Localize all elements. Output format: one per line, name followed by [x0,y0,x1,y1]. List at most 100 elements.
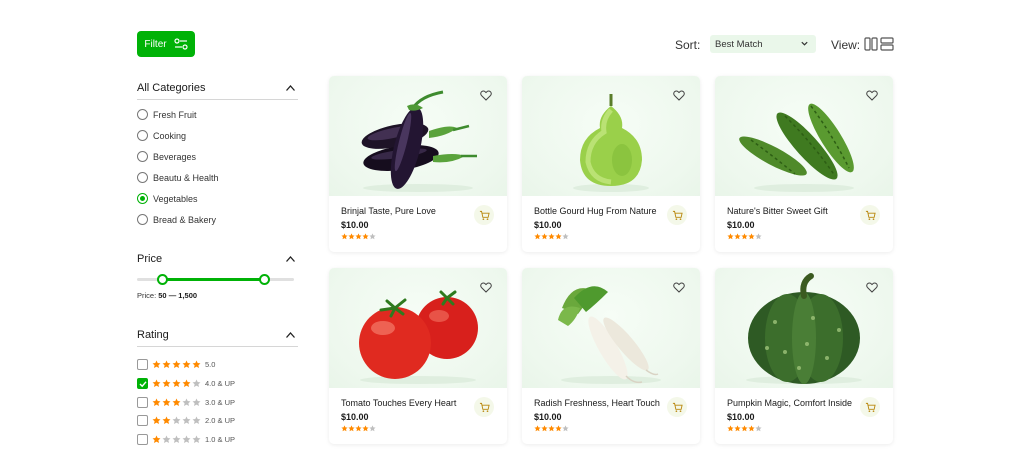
add-to-cart-button[interactable] [474,397,494,417]
radio-button[interactable] [137,172,148,183]
filter-button[interactable]: Filter [137,31,195,57]
product-name[interactable]: Nature's Bitter Sweet Gift [727,206,828,216]
heart-icon[interactable] [866,90,878,101]
star-filled-icon [534,425,541,432]
star-empty-icon [172,435,181,444]
product-rating [534,233,569,240]
cart-icon [865,402,876,412]
product-card[interactable]: Tomato Touches Every Heart $10.00 [329,268,507,444]
star-filled-icon [734,233,741,240]
cart-icon [672,402,683,412]
cart-icon [479,210,490,220]
star-empty-icon [192,435,201,444]
product-name[interactable]: Radish Freshness, Heart Touch [534,398,660,408]
star-empty-icon [562,233,569,240]
heart-icon[interactable] [480,282,492,293]
category-option[interactable]: Cooking [137,130,186,141]
radio-button[interactable] [137,214,148,225]
rating-option[interactable]: 3.0 & UP [137,397,235,408]
add-to-cart-button[interactable] [667,397,687,417]
checkbox[interactable] [137,359,148,370]
product-card[interactable]: Bottle Gourd Hug From Nature $10.00 [522,76,700,252]
category-option[interactable]: Vegetables [137,193,198,204]
radio-button[interactable] [137,193,148,204]
cart-icon [672,210,683,220]
star-empty-icon [172,416,181,425]
star-filled-icon [362,233,369,240]
radio-button[interactable] [137,151,148,162]
product-card[interactable]: Brinjal Taste, Pure Love $10.00 [329,76,507,252]
filter-button-label: Filter [144,38,167,50]
radio-button[interactable] [137,109,148,120]
checkbox[interactable] [137,415,148,426]
star-filled-icon [348,425,355,432]
star-empty-icon [182,416,191,425]
price-slider[interactable] [137,274,294,285]
product-rating [341,233,376,240]
product-name[interactable]: Pumpkin Magic, Comfort Inside [727,398,852,408]
star-filled-icon [192,360,201,369]
chevron-up-icon[interactable] [285,84,296,92]
category-option[interactable]: Beverages [137,151,196,162]
star-empty-icon [755,425,762,432]
star-filled-icon [162,398,171,407]
heart-icon[interactable] [673,90,685,101]
category-label: Fresh Fruit [153,109,197,120]
star-filled-icon [355,233,362,240]
rating-option[interactable]: 2.0 & UP [137,415,235,426]
product-card[interactable]: Pumpkin Magic, Comfort Inside $10.00 [715,268,893,444]
add-to-cart-button[interactable] [860,205,880,225]
rating-option[interactable]: 5.0 [137,359,215,370]
star-filled-icon [182,360,191,369]
category-option[interactable]: Fresh Fruit [137,109,197,120]
add-to-cart-button[interactable] [474,205,494,225]
product-name[interactable]: Tomato Touches Every Heart [341,398,456,408]
star-filled-icon [748,233,755,240]
chevron-up-icon[interactable] [285,331,296,339]
price-slider-fill [162,278,265,281]
category-option[interactable]: Bread & Bakery [137,214,216,225]
product-name[interactable]: Bottle Gourd Hug From Nature [534,206,657,216]
checkbox[interactable] [137,397,148,408]
categories-divider [137,99,298,100]
category-option[interactable]: Beautu & Health [137,172,219,183]
chevron-down-icon [801,41,808,46]
grid-view-icon[interactable] [864,37,878,51]
star-filled-icon [541,233,548,240]
star-filled-icon [152,379,161,388]
heart-icon[interactable] [480,90,492,101]
heart-icon[interactable] [866,282,878,293]
star-empty-icon [192,416,201,425]
price-slider-max-handle[interactable] [259,274,271,285]
checkbox[interactable] [137,378,148,389]
rating-title: Rating [137,329,169,341]
add-to-cart-button[interactable] [667,205,687,225]
sliders-icon [174,38,188,50]
chevron-up-icon[interactable] [285,255,296,263]
star-filled-icon [362,425,369,432]
heart-icon[interactable] [673,282,685,293]
rating-option[interactable]: 4.0 & UP [137,378,235,389]
product-card[interactable]: Radish Freshness, Heart Touch $10.00 [522,268,700,444]
list-view-icon[interactable] [880,37,894,51]
product-price: $10.00 [534,220,562,230]
star-filled-icon [727,233,734,240]
rating-divider [137,346,298,347]
checkbox[interactable] [137,434,148,445]
star-filled-icon [734,425,741,432]
sort-select[interactable]: Best Match [710,35,816,53]
product-card[interactable]: Nature's Bitter Sweet Gift $10.00 [715,76,893,252]
star-filled-icon [341,233,348,240]
rating-option[interactable]: 1.0 & UP [137,434,235,445]
star-filled-icon [727,425,734,432]
star-filled-icon [152,360,161,369]
rating-stars [152,379,201,388]
add-to-cart-button[interactable] [860,397,880,417]
price-slider-min-handle[interactable] [157,274,169,285]
radio-button[interactable] [137,130,148,141]
rating-label: 4.0 & UP [205,379,236,388]
star-filled-icon [172,379,181,388]
categories-title: All Categories [137,82,206,94]
category-label: Vegetables [153,193,198,204]
product-name[interactable]: Brinjal Taste, Pure Love [341,206,436,216]
